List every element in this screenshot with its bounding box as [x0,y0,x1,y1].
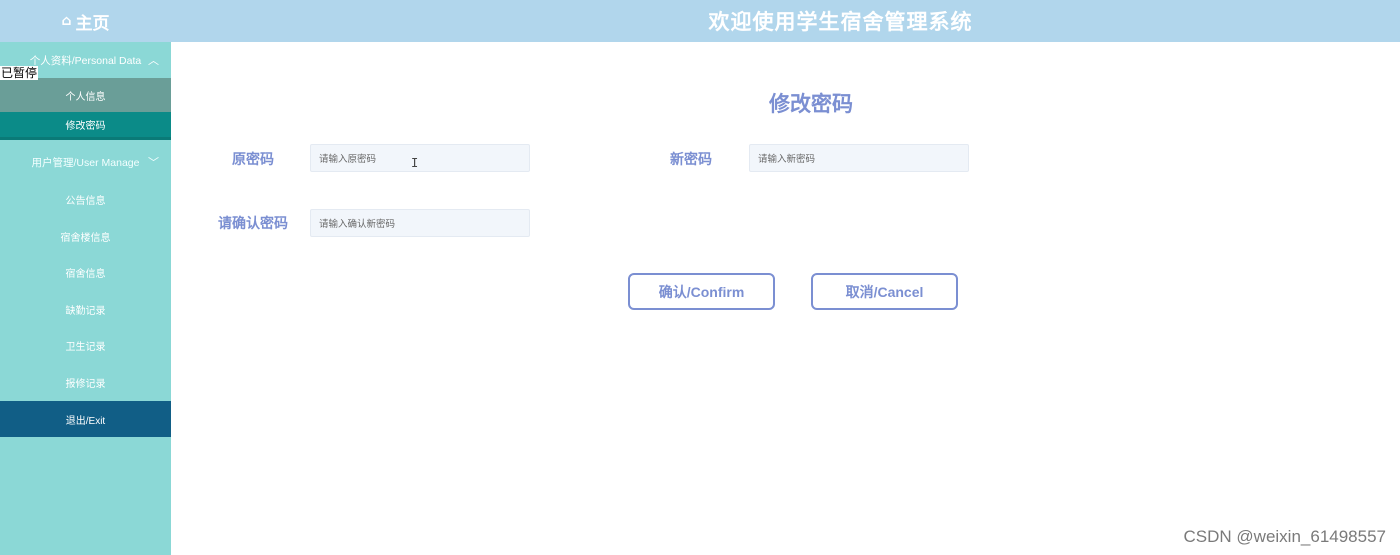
chevron-up-icon: ︿ [148,55,159,67]
top-bar: ⌂ 主页 欢迎使用学生宿舍管理系统 [0,0,1400,42]
sidebar-item-absence-records[interactable]: 缺勤记录 [0,291,171,327]
sidebar-item-repair-records[interactable]: 报修记录 [0,364,171,400]
old-password-label: 原密码 [232,152,274,168]
confirm-button[interactable]: 确认/Confirm [628,273,775,310]
watermark: CSDN @weixin_61498557 [1183,527,1386,546]
text-cursor-icon: I [411,156,419,170]
sidebar-item-announcements[interactable]: 公告信息 [0,181,171,217]
home-link[interactable]: ⌂ 主页 [0,0,171,42]
paused-overlay: 已暂停 [0,66,39,80]
menu-group-user-manage[interactable]: 用户管理/User Manage ﹀ [0,144,171,180]
confirm-password-input[interactable]: 请输入确认新密码 [310,209,530,237]
sidebar-item-change-password[interactable]: 修改密码 [0,112,171,140]
new-password-input[interactable]: 请输入新密码 [749,144,969,172]
old-password-input[interactable]: 请输入原密码 [310,144,530,172]
app-title: 欢迎使用学生宿舍管理系统 [708,10,973,34]
confirm-password-label: 请确认密码 [218,216,288,232]
sidebar-item-dorms[interactable]: 宿舍信息 [0,254,171,290]
page-title: 修改密码 [769,92,853,116]
sidebar-item-exit[interactable]: 退出/Exit [0,401,171,437]
new-password-label: 新密码 [670,152,712,168]
sidebar-item-dorm-buildings[interactable]: 宿舍楼信息 [0,218,171,254]
cancel-button[interactable]: 取消/Cancel [811,273,958,310]
chevron-down-icon: ﹀ [148,157,159,169]
sidebar-item-personal-info[interactable]: 个人信息 [0,78,171,112]
home-icon: ⌂ [61,13,72,29]
menu-group-label: 个人资料/Personal Data [29,54,142,67]
menu-group-label: 用户管理/User Manage [31,156,140,169]
home-label: 主页 [75,13,110,34]
sidebar-item-hygiene-records[interactable]: 卫生记录 [0,327,171,363]
